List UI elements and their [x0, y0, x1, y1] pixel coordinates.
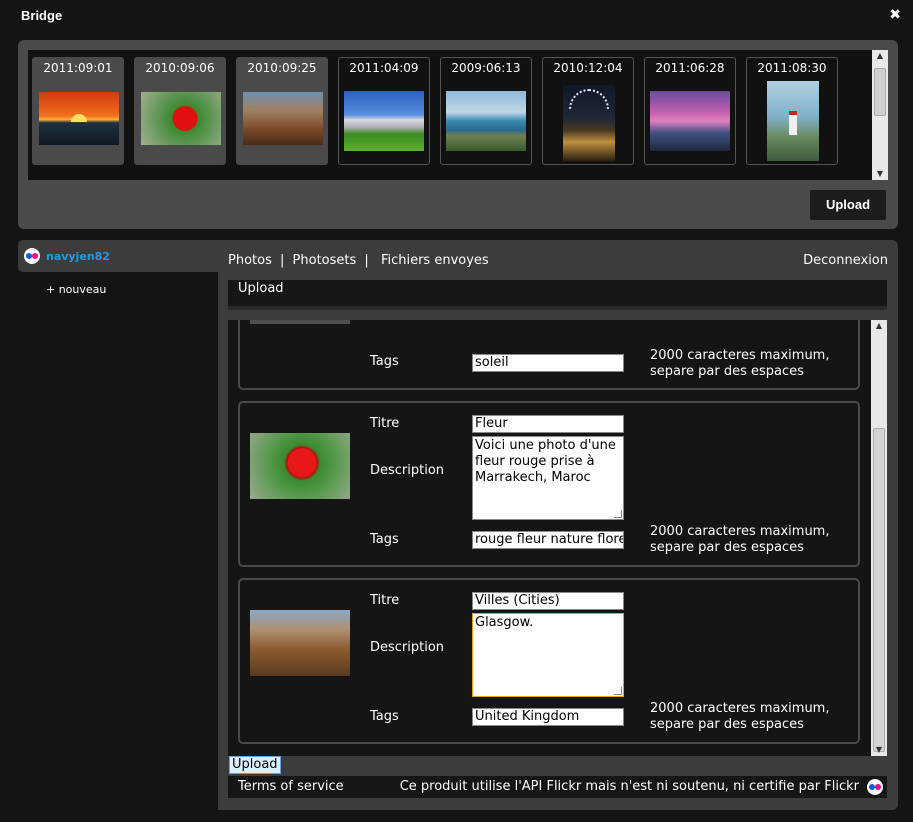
sunset-photo	[250, 320, 350, 324]
bridge-window: Bridge ✖ 2011:09:01 2010:09:06 2010:09:2…	[0, 0, 913, 822]
tags-hint-line: separe par des espaces	[650, 540, 804, 555]
photo-card: Tags soleil 2000 caracteres maximum, sep…	[238, 320, 860, 390]
chateau-photo	[344, 91, 424, 151]
terms-of-service-link[interactable]: Terms of service	[238, 779, 344, 794]
user-row[interactable]: navyjen82	[18, 240, 218, 272]
resize-grip-icon[interactable]	[614, 687, 622, 695]
tags-hint-line: 2000 caracteres maximum,	[650, 524, 830, 539]
thumbnail-item[interactable]: 2011:04:09	[338, 57, 430, 165]
upload-button[interactable]: Upload	[810, 190, 886, 220]
scroll-up-icon[interactable]: ▲	[871, 320, 887, 332]
title-label: Titre	[370, 416, 400, 431]
flickr-disclaimer: Ce produit utilise l'API Flickr mais n'e…	[399, 779, 859, 794]
tab-separator: |	[280, 253, 285, 268]
flickr-icon	[24, 248, 40, 264]
red-flower-photo	[141, 92, 221, 145]
tab-photosets[interactable]: Photosets	[293, 253, 357, 268]
sidebar: navyjen82 + nouveau	[18, 240, 218, 820]
thumbnail-item[interactable]: 2009:06:13	[440, 57, 532, 165]
title-bar: Bridge ✖	[0, 0, 913, 34]
tab-sent-files[interactable]: Fichiers envoyes	[381, 253, 489, 268]
logout-link[interactable]: Deconnexion	[803, 253, 888, 268]
thumbnail-date: 2009:06:13	[451, 61, 521, 75]
tags-hint-line: separe par des espaces	[650, 364, 804, 379]
thumbnail-date: 2010:09:25	[247, 61, 317, 75]
upload-submit-button[interactable]: Upload	[229, 756, 281, 774]
resize-grip-icon[interactable]	[614, 510, 622, 518]
tags-hint: 2000 caracteres maximum, separe par des …	[650, 348, 829, 380]
scroll-up-icon[interactable]: ▲	[872, 50, 888, 62]
thumbnail-scrollbar[interactable]: ▲ ▼	[872, 50, 888, 180]
main-panel: Photos | Photosets | Fichiers envoyes De…	[218, 240, 898, 810]
username-link[interactable]: navyjen82	[46, 250, 110, 263]
window-title: Bridge	[21, 8, 63, 23]
thumbnail-item[interactable]: 2011:09:01	[32, 57, 124, 165]
upload-section-header: Upload	[228, 280, 887, 310]
tags-hint-line: 2000 caracteres maximum,	[650, 348, 830, 363]
lighthouse-photo	[767, 81, 819, 161]
thumbnail-item[interactable]: 2010:12:04	[542, 57, 634, 165]
coast-photo	[446, 91, 526, 151]
photo-card: Titre Villes (Cities) Description Glasgo…	[238, 578, 860, 744]
flickr-icon	[867, 779, 883, 795]
buildings-photo	[250, 610, 350, 676]
tags-hint: 2000 caracteres maximum, separe par des …	[650, 524, 829, 556]
description-field[interactable]: Glasgow.	[472, 613, 624, 697]
thumbnail-date: 2011:08:30	[757, 61, 827, 75]
photo-card: Titre Fleur Description Voici une photo …	[238, 401, 860, 567]
night-building-photo	[563, 85, 615, 161]
upload-section-title: Upload	[238, 281, 284, 296]
thumbnail-panel: 2011:09:01 2010:09:06 2010:09:25 2011:04…	[18, 40, 898, 229]
scroll-down-icon[interactable]: ▼	[872, 168, 888, 180]
tags-hint-line: separe par des espaces	[650, 717, 804, 732]
thumbnail-item[interactable]: 2010:09:06	[134, 57, 226, 165]
buildings-photo	[243, 92, 323, 145]
scroll-down-icon[interactable]: ▼	[871, 744, 887, 756]
description-text: Glasgow.	[475, 615, 534, 630]
pink-sky-photo	[650, 91, 730, 151]
close-icon[interactable]: ✖	[889, 7, 901, 23]
scrollbar-thumb[interactable]	[874, 68, 886, 116]
red-flower-photo	[250, 433, 350, 499]
thumbnail-date: 2010:09:06	[145, 61, 215, 75]
thumbnail-item[interactable]: 2011:08:30	[746, 57, 838, 165]
tags-label: Tags	[370, 532, 399, 547]
thumbnail-date: 2011:09:01	[43, 61, 113, 75]
tags-hint: 2000 caracteres maximum, separe par des …	[650, 701, 829, 733]
description-text: Voici une photo d'une fleur rouge prise …	[475, 438, 616, 485]
thumbnail-date: 2011:06:28	[655, 61, 725, 75]
tags-field[interactable]: United Kingdom	[472, 708, 624, 726]
scrollbar-thumb[interactable]	[873, 428, 885, 752]
nav-tabs: Photos | Photosets | Fichiers envoyes	[228, 253, 489, 268]
description-field[interactable]: Voici une photo d'une fleur rouge prise …	[472, 436, 624, 520]
tab-photos[interactable]: Photos	[228, 253, 272, 268]
upload-list-scrollbar[interactable]: ▲ ▼	[871, 320, 887, 756]
tab-separator: |	[364, 253, 369, 268]
description-label: Description	[370, 463, 445, 478]
thumbnail-item[interactable]: 2010:09:25	[236, 57, 328, 165]
footer: Terms of service Ce produit utilise l'AP…	[228, 776, 887, 798]
tags-label: Tags	[370, 709, 399, 724]
tags-field[interactable]: soleil	[472, 354, 624, 372]
thumbnail-date: 2010:12:04	[553, 61, 623, 75]
thumbnail-strip: 2011:09:01 2010:09:06 2010:09:25 2011:04…	[28, 50, 888, 180]
title-field[interactable]: Fleur	[472, 415, 624, 433]
title-field[interactable]: Villes (Cities)	[472, 592, 624, 610]
title-label: Titre	[370, 593, 400, 608]
thumbnail-date: 2011:04:09	[349, 61, 419, 75]
upload-list: Tags soleil 2000 caracteres maximum, sep…	[228, 320, 887, 756]
new-account-link[interactable]: + nouveau	[46, 283, 106, 296]
description-label: Description	[370, 640, 445, 655]
tags-label: Tags	[370, 354, 399, 369]
sunset-photo	[39, 92, 119, 145]
tags-field[interactable]: rouge fleur nature flore	[472, 531, 624, 549]
tags-hint-line: 2000 caracteres maximum,	[650, 701, 830, 716]
thumbnail-item[interactable]: 2011:06:28	[644, 57, 736, 165]
